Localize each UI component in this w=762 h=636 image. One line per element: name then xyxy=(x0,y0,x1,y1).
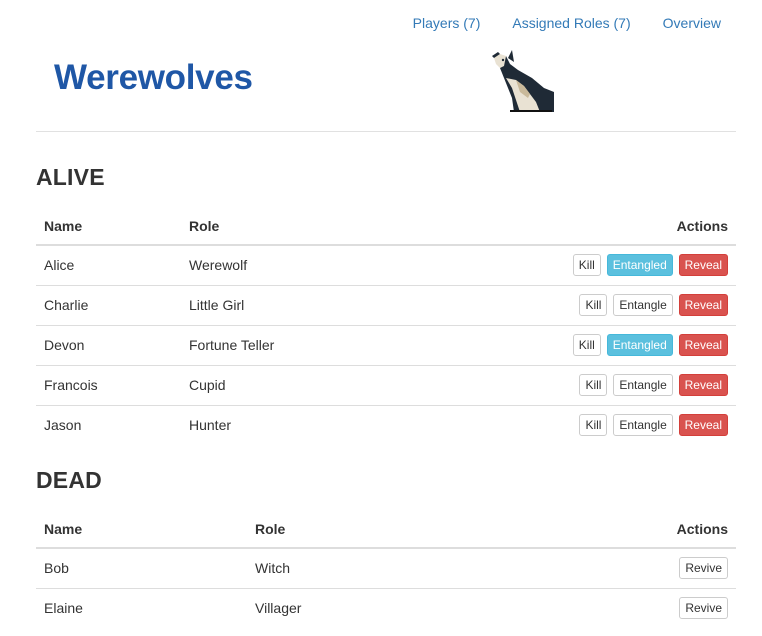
revive-button[interactable]: Revive xyxy=(679,597,728,620)
player-role: Villager xyxy=(247,587,527,628)
role-column-header: Role xyxy=(247,511,527,549)
kill-button[interactable]: Kill xyxy=(579,374,608,396)
row-actions: Kill Entangled Reveal xyxy=(431,245,736,285)
player-name: Francois xyxy=(36,364,181,405)
player-role: Hunter xyxy=(181,404,431,445)
entangle-button[interactable]: Entangled xyxy=(606,334,673,356)
alive-section-title: ALIVE xyxy=(36,164,105,190)
table-row: Devon Fortune Teller Kill Entangled Reve… xyxy=(36,324,736,365)
entangle-button[interactable]: Entangle xyxy=(613,294,673,316)
name-column-header: Name xyxy=(36,511,247,549)
actions-column-header: Actions xyxy=(431,208,736,246)
howling-wolf-icon xyxy=(492,50,554,112)
player-name: Bob xyxy=(44,560,69,577)
alive-players-table: Name Role Actions Alice Werewolf Kill En… xyxy=(36,208,736,445)
entangle-button[interactable]: Entangled xyxy=(606,254,673,277)
row-actions: Kill Entangled Reveal xyxy=(431,324,736,365)
reveal-button[interactable]: Reveal xyxy=(678,374,728,396)
table-row: Elaine Villager Revive xyxy=(36,587,736,628)
row-actions: Kill Entangle Reveal xyxy=(431,284,736,325)
player-role: Cupid xyxy=(181,364,431,405)
name-column-header: Name xyxy=(36,208,181,246)
entangle-button[interactable]: Entangle xyxy=(613,374,673,396)
kill-button[interactable]: Kill xyxy=(572,254,601,277)
nav-assigned-roles-link[interactable]: Assigned Roles (7) xyxy=(512,14,630,32)
dead-table-header: Name Role Actions xyxy=(36,511,736,549)
dead-section-title: DEAD xyxy=(36,467,102,493)
player-role: Fortune Teller xyxy=(181,324,431,365)
row-actions: Kill Entangle Reveal xyxy=(431,404,736,445)
kill-button[interactable]: Kill xyxy=(572,334,601,356)
top-nav: Players (7) Assigned Roles (7) Overview xyxy=(413,14,721,32)
alive-table-header: Name Role Actions xyxy=(36,208,736,246)
actions-column-header: Actions xyxy=(527,511,736,549)
player-role: Werewolf xyxy=(189,257,248,274)
row-actions: Revive xyxy=(527,587,736,628)
page: Players (7) Assigned Roles (7) Overview … xyxy=(0,0,762,636)
reveal-button[interactable]: Reveal xyxy=(678,334,728,356)
reveal-button[interactable]: Reveal xyxy=(678,294,728,316)
nav-players-link[interactable]: Players (7) xyxy=(413,14,481,32)
header-divider xyxy=(36,131,736,132)
player-name: Devon xyxy=(36,324,181,365)
player-name: Elaine xyxy=(36,587,247,628)
table-row: Alice Werewolf Kill Entangled Reveal xyxy=(36,245,736,285)
dead-players-table: Name Role Actions Bob Witch Revive Elain… xyxy=(36,511,736,628)
entangle-button[interactable]: Entangle xyxy=(613,414,673,437)
row-actions: Revive xyxy=(527,548,736,588)
revive-button[interactable]: Revive xyxy=(679,557,728,580)
role-column-header: Role xyxy=(181,208,431,246)
table-row: Charlie Little Girl Kill Entangle Reveal xyxy=(36,284,736,325)
kill-button[interactable]: Kill xyxy=(579,294,608,316)
player-name: Jason xyxy=(36,404,181,445)
reveal-button[interactable]: Reveal xyxy=(678,254,728,277)
kill-button[interactable]: Kill xyxy=(579,414,608,437)
brand-title: Werewolves xyxy=(54,58,253,97)
row-actions: Kill Entangle Reveal xyxy=(431,364,736,405)
player-role: Witch xyxy=(255,560,290,577)
table-row: Francois Cupid Kill Entangle Reveal xyxy=(36,364,736,405)
table-row: Bob Witch Revive xyxy=(36,548,736,588)
player-role: Little Girl xyxy=(181,284,431,325)
player-name: Alice xyxy=(44,257,75,274)
nav-overview-link[interactable]: Overview xyxy=(663,14,721,32)
player-name: Charlie xyxy=(36,284,181,325)
reveal-button[interactable]: Reveal xyxy=(678,414,728,437)
table-row: Jason Hunter Kill Entangle Reveal xyxy=(36,404,736,445)
